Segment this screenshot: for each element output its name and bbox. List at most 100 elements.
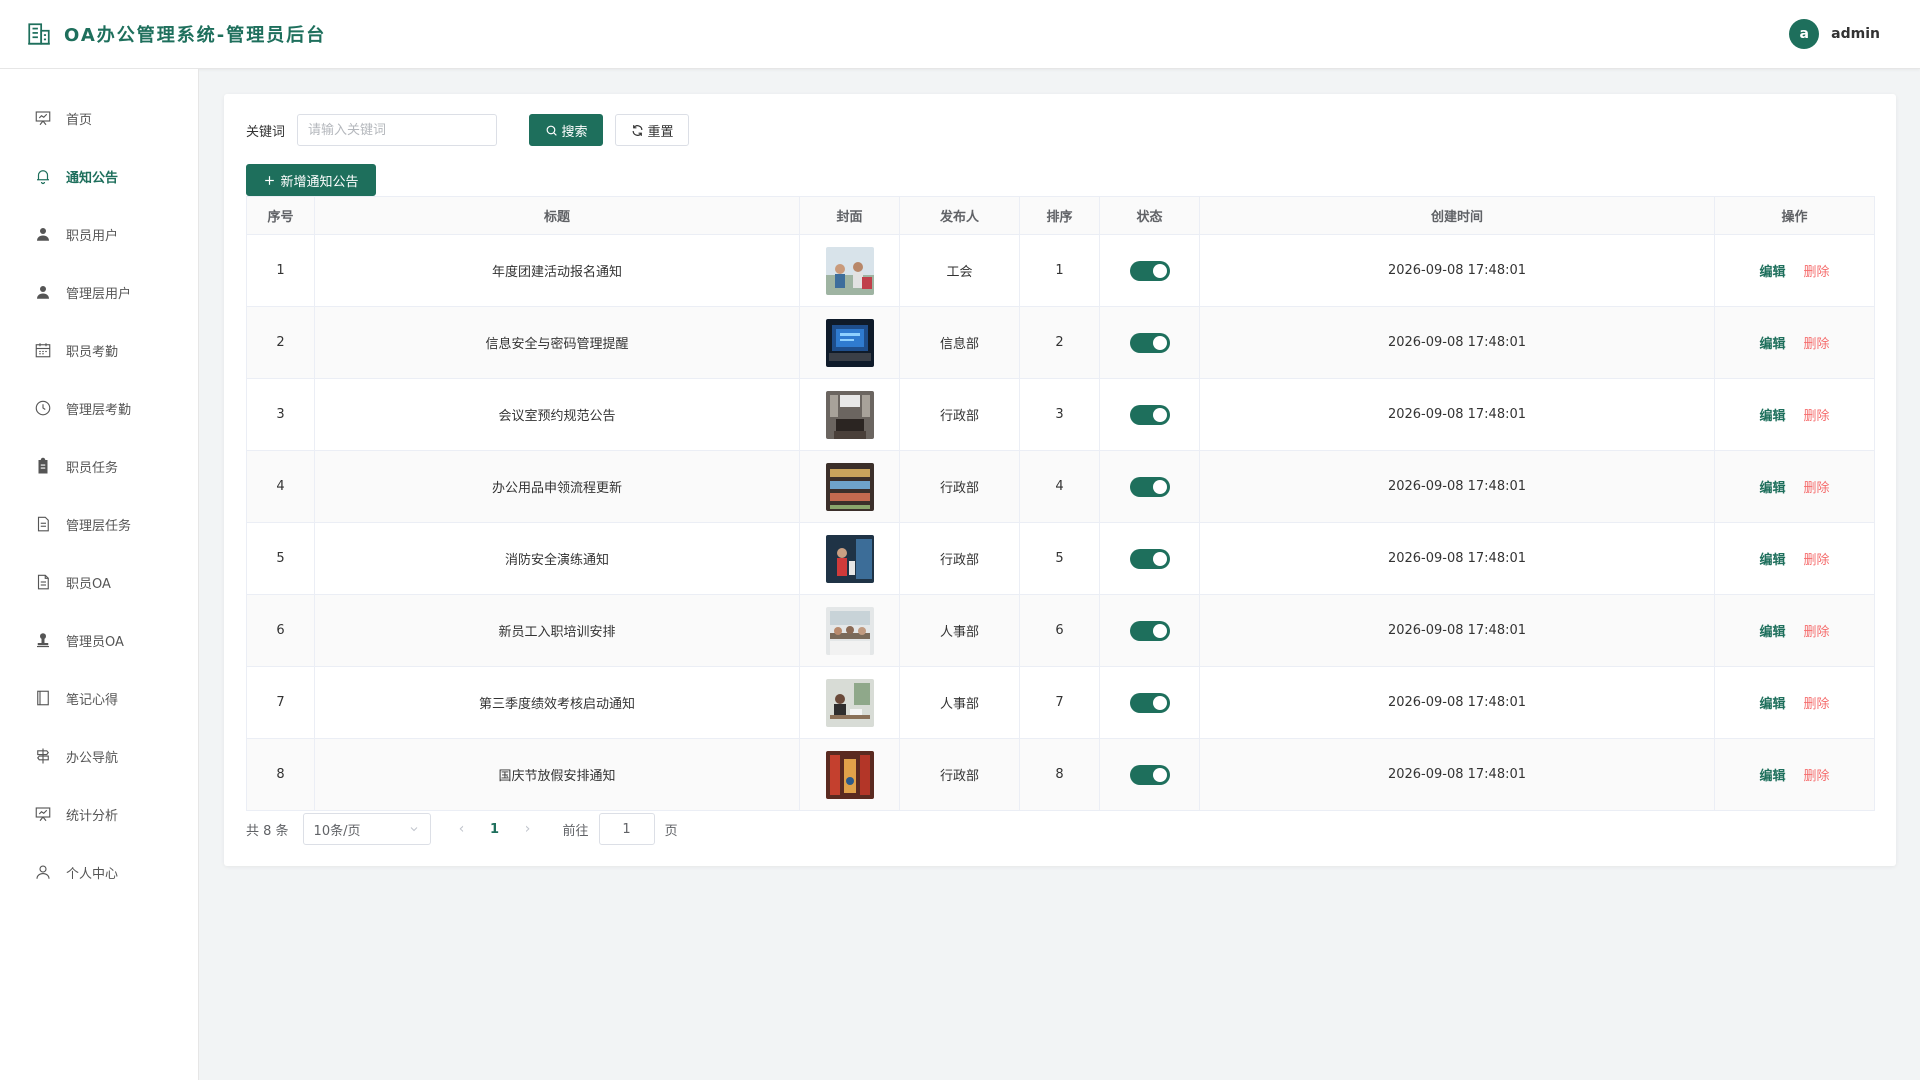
- sidebar-item-staff-users[interactable]: 职员用户: [0, 205, 198, 263]
- cell-created: 2026-09-08 17:48:01: [1199, 450, 1715, 523]
- edit-button[interactable]: 编辑: [1759, 625, 1785, 640]
- sidebar-item-staff-oa[interactable]: 职员OA: [0, 553, 198, 611]
- column-header-publisher: 发布人: [899, 196, 1020, 235]
- cell-sort: 7: [1019, 666, 1100, 739]
- delete-button[interactable]: 删除: [1804, 265, 1830, 280]
- status-toggle[interactable]: [1129, 548, 1170, 569]
- cell-status: [1099, 450, 1200, 523]
- total-count: 共 8 条: [246, 823, 289, 839]
- cell-created: 2026-09-08 17:48:01: [1199, 306, 1715, 379]
- calendar-icon: [35, 343, 51, 358]
- delete-button[interactable]: 删除: [1804, 337, 1830, 352]
- laptop-screen-photo[interactable]: [825, 318, 874, 367]
- goto-page-input[interactable]: [598, 813, 655, 845]
- sidebar-item-manager-tasks[interactable]: 管理层任务: [0, 495, 198, 553]
- sidebar-item-home[interactable]: 首页: [0, 89, 198, 147]
- table-row: 7 第三季度绩效考核启动通知 人事部 7 2026-09-08 17:48:01…: [246, 666, 1875, 739]
- username[interactable]: admin: [1831, 26, 1880, 42]
- edit-button[interactable]: 编辑: [1759, 409, 1785, 424]
- holiday-photo[interactable]: [825, 750, 874, 799]
- delete-button[interactable]: 删除: [1804, 481, 1830, 496]
- user-menu[interactable]: a admin: [1789, 19, 1894, 49]
- cell-cover: [799, 738, 900, 811]
- avatar[interactable]: a: [1789, 19, 1820, 49]
- office-supplies-photo[interactable]: [825, 462, 874, 511]
- refresh-icon: [632, 124, 642, 136]
- status-toggle[interactable]: [1129, 764, 1170, 785]
- edit-button[interactable]: 编辑: [1759, 337, 1785, 352]
- prev-page-button[interactable]: ‹: [447, 821, 477, 837]
- edit-button[interactable]: 编辑: [1759, 265, 1785, 280]
- sidebar-item-staff-attendance[interactable]: 职员考勤: [0, 321, 198, 379]
- sidebar-item-office-nav[interactable]: 办公导航: [0, 727, 198, 785]
- page-size-value: 10条/页: [313, 823, 361, 839]
- page-size-select[interactable]: 10条/页: [302, 813, 431, 845]
- status-toggle[interactable]: [1129, 620, 1170, 641]
- edit-button[interactable]: 编辑: [1759, 553, 1785, 568]
- current-page[interactable]: 1: [477, 822, 513, 837]
- clipboard-icon: [38, 457, 48, 474]
- cell-actions: 编辑 删除: [1714, 378, 1875, 451]
- cell-cover: [799, 594, 900, 667]
- edit-button[interactable]: 编辑: [1759, 697, 1785, 712]
- cell-publisher: 行政部: [899, 738, 1020, 811]
- sidebar-item-notices[interactable]: 通知公告: [0, 147, 198, 205]
- cell-created: 2026-09-08 17:48:01: [1199, 522, 1715, 595]
- edit-button[interactable]: 编辑: [1759, 769, 1785, 784]
- status-toggle[interactable]: [1129, 476, 1170, 497]
- column-header-status: 状态: [1099, 196, 1200, 235]
- sidebar-item-statistics[interactable]: 统计分析: [0, 785, 198, 843]
- cell-sort: 6: [1019, 594, 1100, 667]
- keyword-label: 关键词: [246, 124, 286, 140]
- edit-button[interactable]: 编辑: [1759, 481, 1785, 496]
- add-notice-label: 新增通知公告: [280, 174, 359, 190]
- sidebar-item-manager-users[interactable]: 管理层用户: [0, 263, 198, 321]
- sidebar-item-label: 统计分析: [66, 808, 119, 824]
- sidebar-item-label: 职员任务: [66, 460, 119, 476]
- top-header: OA办公管理系统-管理员后台 a admin: [0, 0, 1920, 69]
- next-page-button[interactable]: ›: [513, 821, 543, 837]
- cell-title: 年度团建活动报名通知: [314, 234, 800, 307]
- cell-cover: [799, 522, 900, 595]
- chevron-down-icon: [410, 827, 417, 832]
- sidebar-item-label: 管理层任务: [66, 518, 132, 534]
- cell-title: 办公用品申领流程更新: [314, 450, 800, 523]
- meeting-room-photo[interactable]: [825, 390, 874, 439]
- team-event-photo[interactable]: [825, 246, 874, 295]
- cell-no: 4: [246, 450, 315, 523]
- cell-title: 第三季度绩效考核启动通知: [314, 666, 800, 739]
- sidebar-item-profile[interactable]: 个人中心: [0, 843, 198, 901]
- delete-button[interactable]: 删除: [1804, 625, 1830, 640]
- delete-button[interactable]: 删除: [1804, 409, 1830, 424]
- presentation-icon: [35, 111, 51, 126]
- table-header-row: 序号 标题 封面 发布人 排序 状态 创建时间 操作: [246, 196, 1875, 235]
- reset-button-label: 重置: [647, 124, 674, 140]
- sidebar-item-label: 管理层考勤: [66, 402, 132, 418]
- status-toggle[interactable]: [1129, 404, 1170, 425]
- training-photo[interactable]: [825, 606, 874, 655]
- sidebar-item-manager-attendance[interactable]: 管理层考勤: [0, 379, 198, 437]
- table-row: 8 国庆节放假安排通知 行政部 8 2026-09-08 17:48:01 编辑…: [246, 738, 1875, 811]
- cell-status: [1099, 234, 1200, 307]
- delete-button[interactable]: 删除: [1804, 769, 1830, 784]
- office-work-photo[interactable]: [825, 678, 874, 727]
- sidebar-item-label: 个人中心: [66, 866, 119, 882]
- sidebar-item-notes[interactable]: 笔记心得: [0, 669, 198, 727]
- sidebar-item-admin-oa[interactable]: 管理员OA: [0, 611, 198, 669]
- table-row: 5 消防安全演练通知 行政部 5 2026-09-08 17:48:01 编辑 删…: [246, 522, 1875, 595]
- add-notice-button[interactable]: 新增通知公告: [246, 164, 376, 196]
- cell-created: 2026-09-08 17:48:01: [1199, 666, 1715, 739]
- cell-cover: [799, 450, 900, 523]
- reset-button[interactable]: 重置: [615, 114, 690, 146]
- sidebar-item-label: 职员考勤: [66, 344, 119, 360]
- status-toggle[interactable]: [1129, 260, 1170, 281]
- sidebar-item-staff-tasks[interactable]: 职员任务: [0, 437, 198, 495]
- keyword-input[interactable]: [297, 114, 498, 146]
- fire-drill-photo[interactable]: [825, 534, 874, 583]
- status-toggle[interactable]: [1129, 332, 1170, 353]
- status-toggle[interactable]: [1129, 692, 1170, 713]
- cell-no: 6: [246, 594, 315, 667]
- search-button[interactable]: 搜索: [529, 114, 604, 146]
- delete-button[interactable]: 删除: [1804, 697, 1830, 712]
- delete-button[interactable]: 删除: [1804, 553, 1830, 568]
